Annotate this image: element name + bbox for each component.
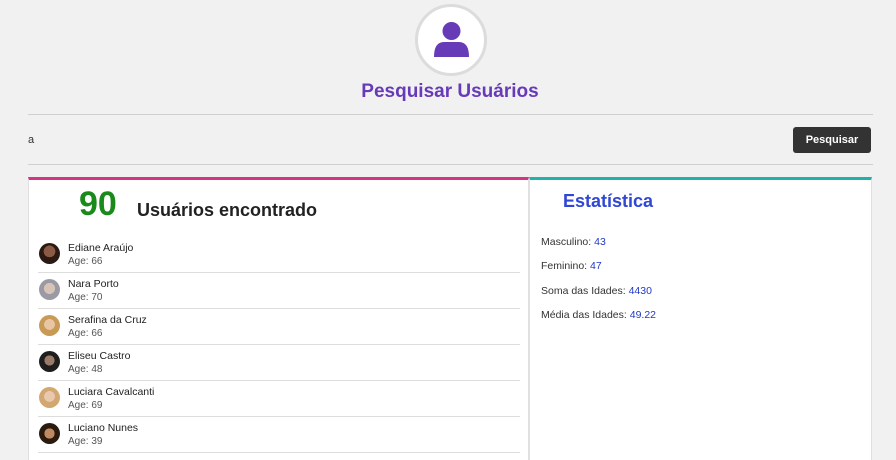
search-input[interactable] [28,127,768,153]
search-button[interactable]: Pesquisar [793,127,871,153]
avatar [39,387,60,408]
divider [28,164,873,165]
stat-female: Feminino: 47 [541,260,602,272]
results-count: 90 [79,185,117,223]
stats-title: Estatística [563,191,654,211]
user-name: Serafina da Cruz [68,314,147,326]
user-age: Age: 48 [68,364,103,375]
divider [28,114,873,115]
user-name: Luciara Cavalcanti [68,386,155,398]
stat-label: Masculino: [541,236,595,248]
avatar [39,423,60,444]
stat-label: Média das Idades: [541,309,630,321]
stat-male: Masculino: 43 [541,236,606,248]
list-item: Eliseu Castro Age: 48 [38,345,520,381]
avatar [39,351,60,372]
stat-value: 43 [594,236,606,248]
user-icon [434,22,469,57]
stats-panel: Estatística Masculino: 43 Feminino: 47 S… [529,177,872,460]
user-name: Eliseu Castro [68,350,131,362]
user-age: Age: 66 [68,328,103,339]
list-item: Serafina da Cruz Age: 66 [38,309,520,345]
user-list: Ediane Araújo Age: 66 Nara Porto Age: 70… [38,237,520,453]
stat-value: 4430 [628,285,652,297]
results-count-label: Usuários encontrado [137,200,318,220]
user-age: Age: 66 [68,256,103,267]
stat-label: Feminino: [541,260,591,272]
stat-label: Soma das Idades: [541,285,629,297]
user-age: Age: 39 [68,436,103,447]
list-item: Ediane Araújo Age: 66 [38,237,520,273]
stat-age-sum: Soma das Idades: 4430 [541,285,652,297]
avatar [39,315,60,336]
results-panel: 90 Usuários encontrado Ediane Araújo Age… [28,177,529,460]
stat-age-avg: Média das Idades: 49.22 [541,309,656,321]
list-item: Nara Porto Age: 70 [38,273,520,309]
avatar [39,279,60,300]
user-name: Nara Porto [68,278,119,290]
stat-value: 49.22 [629,309,657,321]
user-name: Ediane Araújo [68,242,134,254]
user-age: Age: 70 [68,292,103,303]
page-title: Pesquisar Usuários [361,81,539,102]
user-name: Luciano Nunes [68,422,139,434]
user-age: Age: 69 [68,400,103,411]
logo [415,4,487,76]
avatar [39,243,60,264]
stat-value: 47 [590,260,602,272]
list-item: Luciara Cavalcanti Age: 69 [38,381,520,417]
list-item: Luciano Nunes Age: 39 [38,417,520,453]
